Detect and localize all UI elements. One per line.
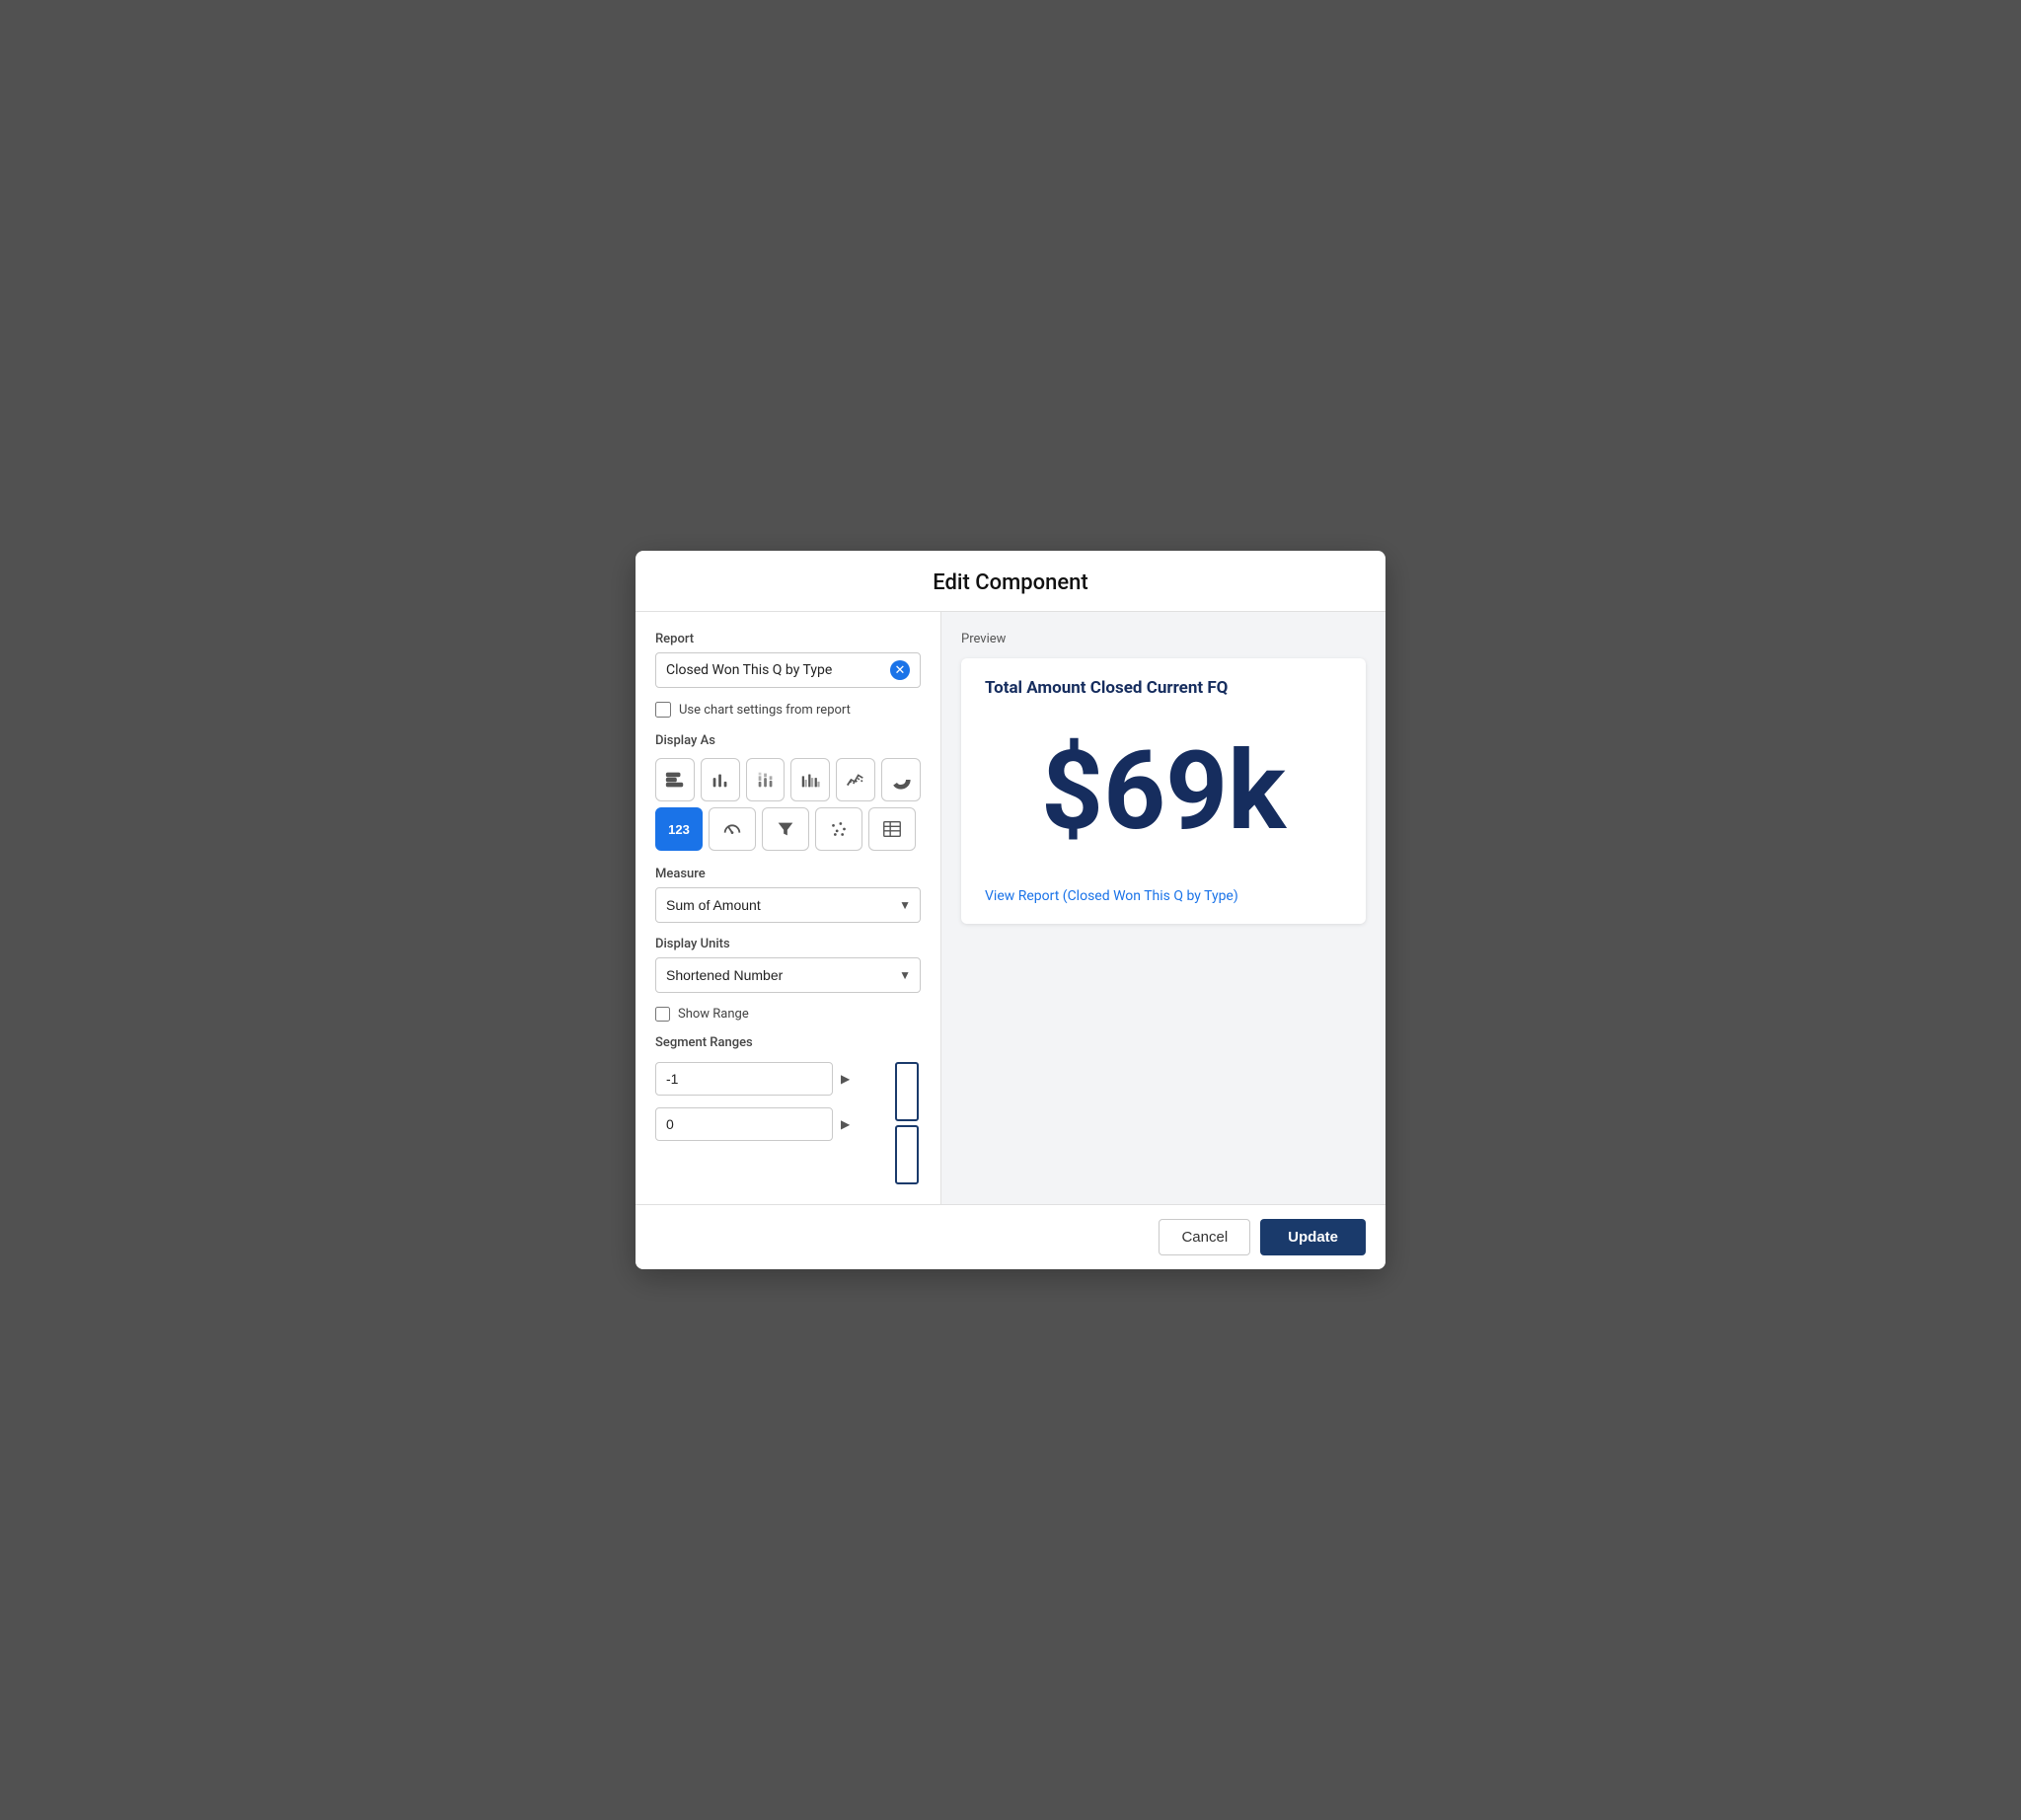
metric-icon-btn[interactable]: 123 — [655, 807, 703, 851]
display-as-label: Display As — [655, 733, 921, 748]
preview-value: $69k — [985, 718, 1342, 885]
report-input-wrap: Closed Won This Q by Type ✕ — [655, 652, 921, 688]
display-as-wrapper: 123 — [655, 758, 921, 851]
clear-report-button[interactable]: ✕ — [890, 660, 910, 680]
display-units-select[interactable]: Shortened Number Full Number Thousands M… — [655, 957, 921, 993]
display-units-select-wrap: Shortened Number Full Number Thousands M… — [655, 957, 921, 993]
segment-input-2[interactable] — [655, 1107, 833, 1141]
measure-select-wrap: Sum of Amount Count Average of Amount ▼ — [655, 887, 921, 923]
line-chart-icon-btn[interactable] — [836, 758, 875, 801]
segment-ranges-area: ▶ ▶ — [655, 1062, 921, 1184]
stacked-bar-icon-btn[interactable] — [746, 758, 786, 801]
measure-label: Measure — [655, 867, 921, 881]
report-input-text: Closed Won This Q by Type — [666, 662, 890, 678]
horizontal-bar-icon-btn[interactable] — [655, 758, 695, 801]
show-range-label: Show Range — [678, 1007, 749, 1022]
left-panel: Report Closed Won This Q by Type ✕ Use c… — [636, 612, 941, 1204]
modal-footer: Cancel Update — [636, 1204, 1385, 1269]
preview-label: Preview — [961, 632, 1366, 646]
preview-title: Total Amount Closed Current FQ — [985, 678, 1342, 698]
vertical-bar-icon-btn[interactable] — [701, 758, 740, 801]
preview-card: Total Amount Closed Current FQ $69k View… — [961, 658, 1366, 924]
cancel-button[interactable]: Cancel — [1159, 1219, 1250, 1255]
view-report-link[interactable]: View Report (Closed Won This Q by Type) — [985, 888, 1238, 904]
modal-body: Report Closed Won This Q by Type ✕ Use c… — [636, 612, 1385, 1204]
report-label: Report — [655, 632, 921, 646]
update-button[interactable]: Update — [1260, 1219, 1366, 1255]
donut-chart-icon-btn[interactable] — [881, 758, 921, 801]
segment-ranges-label: Segment Ranges — [655, 1035, 921, 1050]
right-panel: Preview Total Amount Closed Current FQ $… — [941, 612, 1385, 1204]
display-units-label: Display Units — [655, 937, 921, 951]
segment-input-row-2: ▶ — [655, 1107, 883, 1141]
segment-input-row-1: ▶ — [655, 1062, 883, 1096]
segment-input-1[interactable] — [655, 1062, 833, 1096]
use-chart-settings-label: Use chart settings from report — [679, 703, 851, 718]
measure-select[interactable]: Sum of Amount Count Average of Amount — [655, 887, 921, 923]
segment-slider-track — [893, 1062, 921, 1184]
display-as-row-1 — [655, 758, 921, 801]
edit-component-modal: Edit Component Report Closed Won This Q … — [636, 551, 1385, 1269]
segment-inputs: ▶ ▶ — [655, 1062, 883, 1141]
segment-arrow-1: ▶ — [841, 1072, 850, 1086]
show-range-checkbox[interactable] — [655, 1007, 670, 1022]
show-range-row: Show Range — [655, 1007, 921, 1022]
modal-title: Edit Component — [659, 570, 1362, 595]
display-as-row-2: 123 — [655, 807, 921, 851]
modal-overlay: Edit Component Report Closed Won This Q … — [0, 0, 2021, 1820]
slider-handle-2[interactable] — [895, 1125, 919, 1184]
slider-handle-1[interactable] — [895, 1062, 919, 1121]
scatter-icon-btn[interactable] — [815, 807, 862, 851]
segment-arrow-2: ▶ — [841, 1117, 850, 1131]
use-chart-settings-row: Use chart settings from report — [655, 702, 921, 718]
grouped-bar-icon-btn[interactable] — [790, 758, 830, 801]
funnel-icon-btn[interactable] — [762, 807, 809, 851]
gauge-icon-btn[interactable] — [709, 807, 756, 851]
use-chart-settings-checkbox[interactable] — [655, 702, 671, 718]
modal-header: Edit Component — [636, 551, 1385, 612]
table-icon-btn[interactable] — [868, 807, 916, 851]
